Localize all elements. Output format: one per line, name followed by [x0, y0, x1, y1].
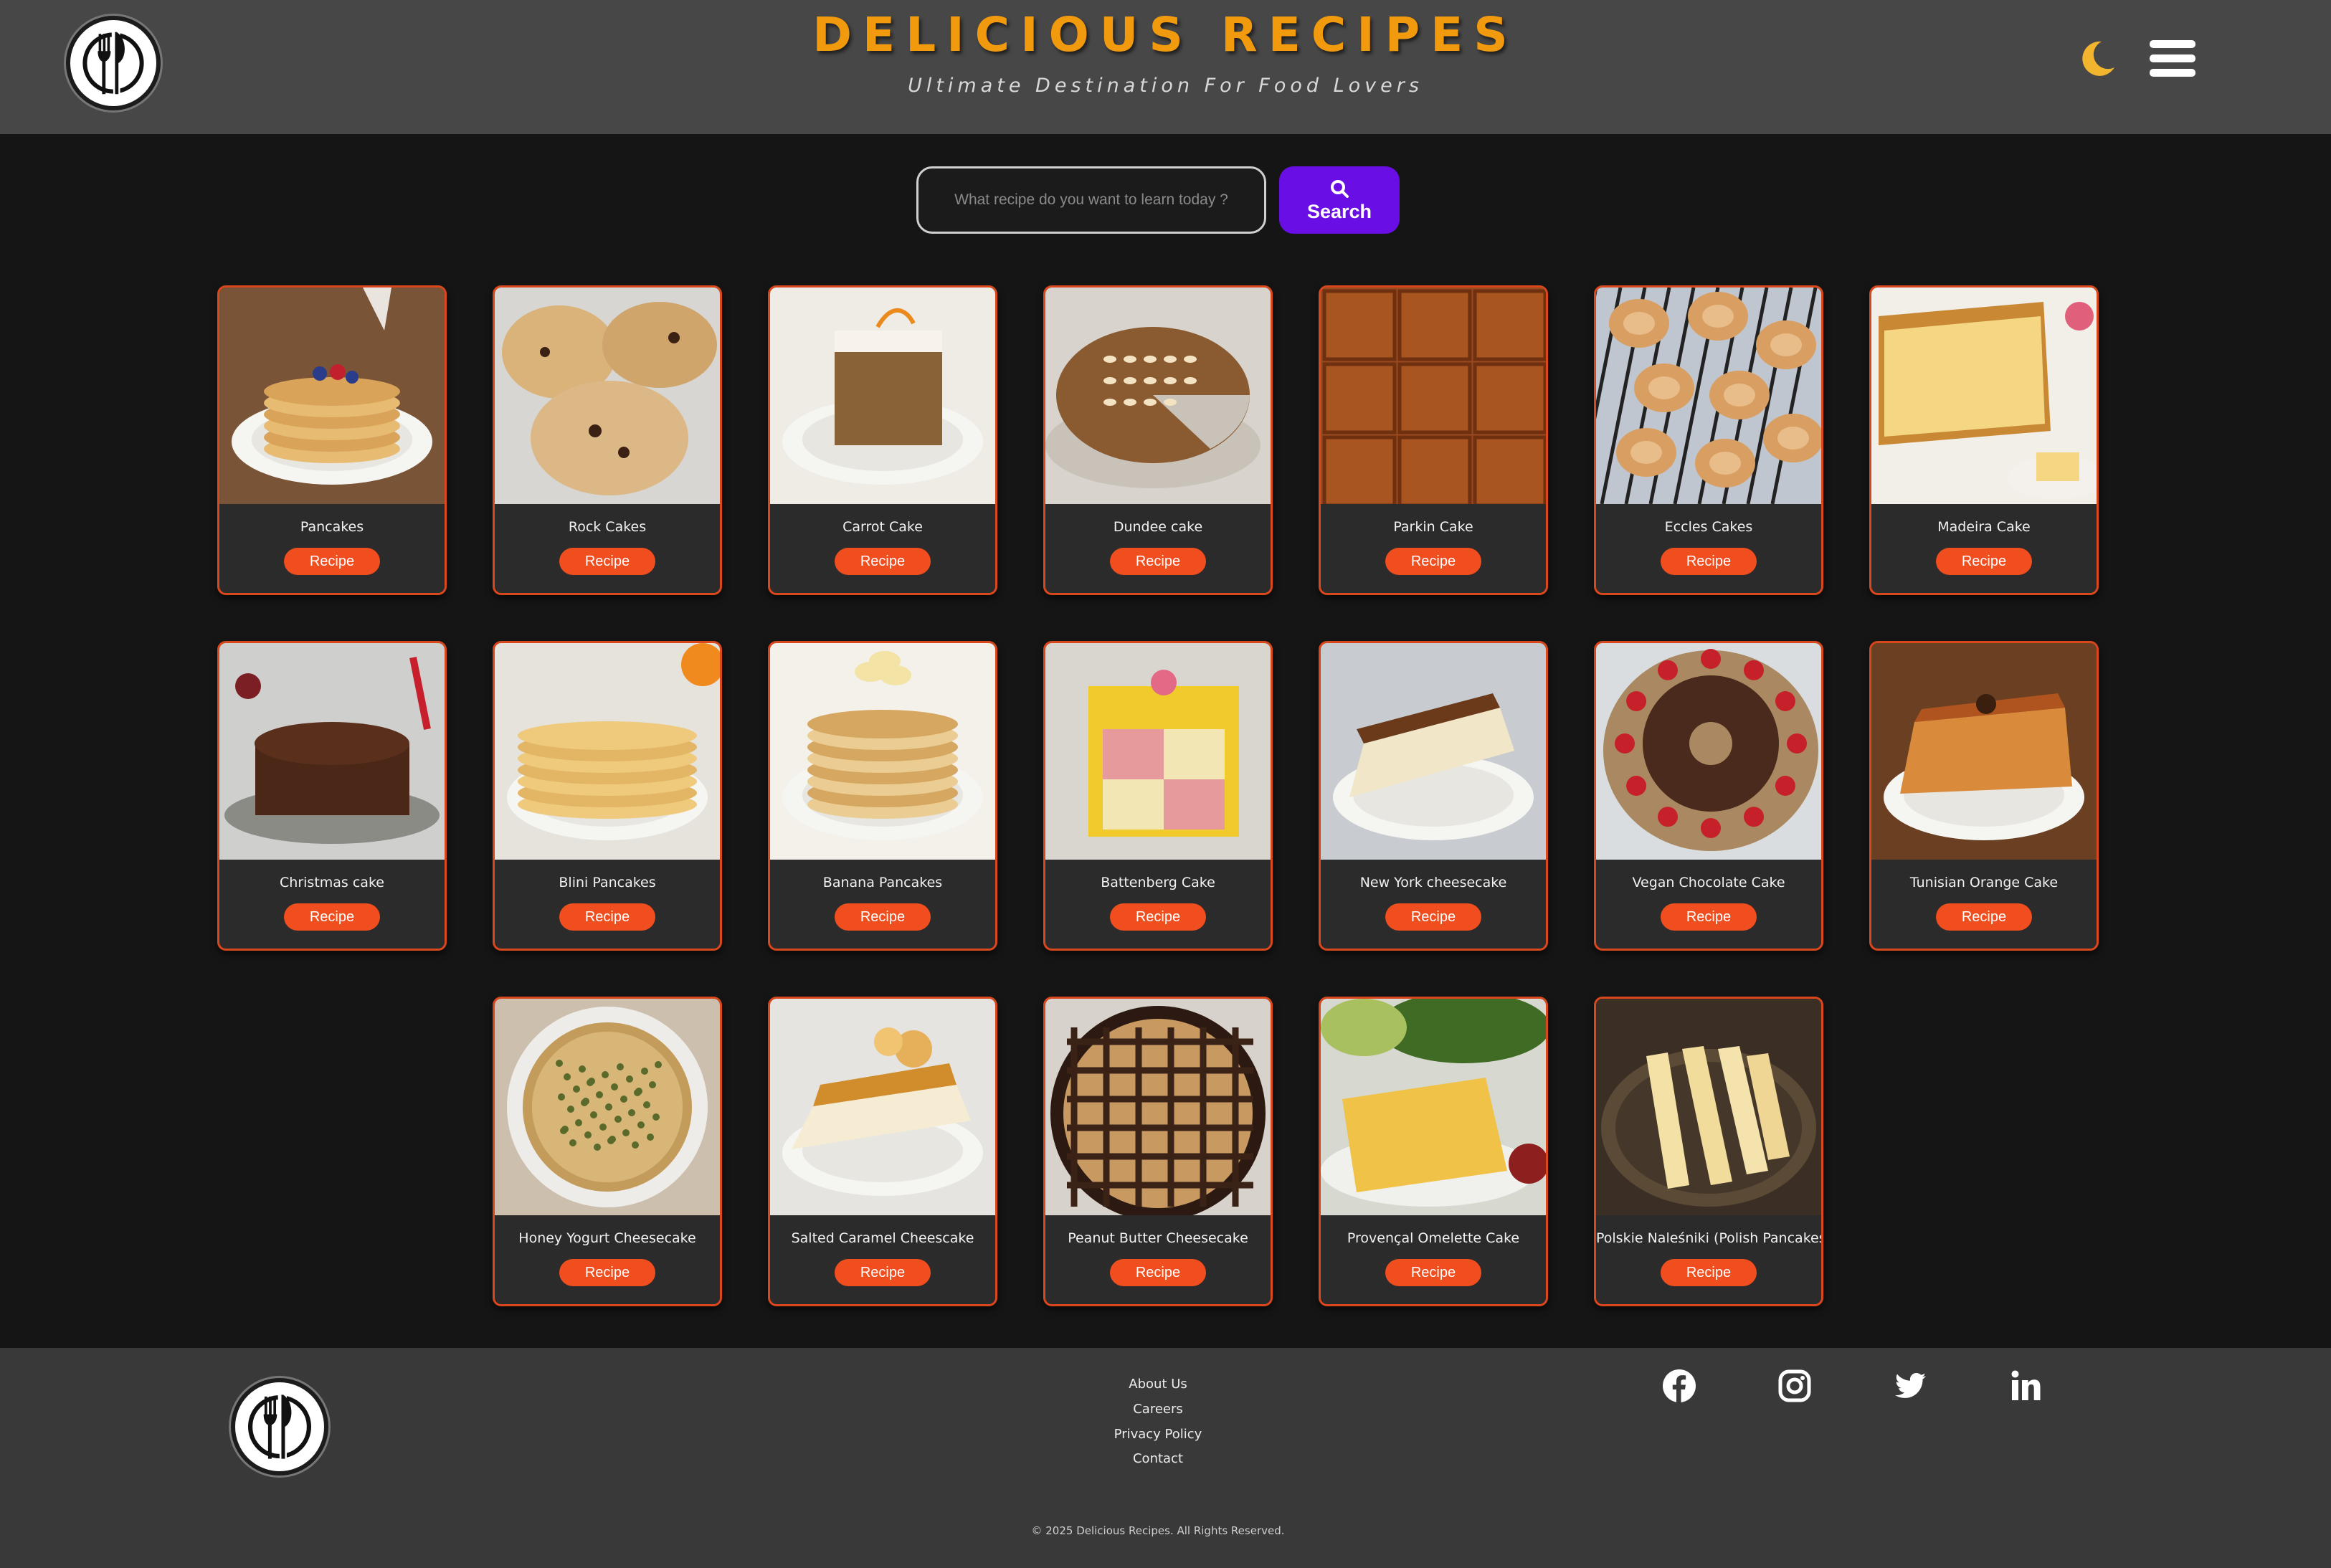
recipe-card-title: Carrot Cake: [842, 519, 923, 535]
blini-pancakes-photo[interactable]: [495, 643, 720, 860]
recipe-card-rock-cakes[interactable]: Rock Cakes Recipe: [493, 285, 722, 595]
honey-yogurt-cheesecake-photo[interactable]: [495, 999, 720, 1215]
recipe-button[interactable]: Recipe: [835, 548, 931, 575]
recipe-button[interactable]: Recipe: [1661, 1259, 1757, 1286]
recipe-button[interactable]: Recipe: [1110, 548, 1206, 575]
provencal-omelette-cake-photo[interactable]: [1321, 999, 1546, 1215]
carrot-cake-photo[interactable]: [770, 288, 995, 504]
tunisian-orange-cake-photo[interactable]: [1871, 643, 2097, 860]
recipe-card-title: Honey Yogurt Cheesecake: [518, 1230, 696, 1246]
recipe-card-title: Rock Cakes: [568, 519, 647, 535]
recipe-card-title: Pancakes: [300, 519, 364, 535]
recipe-card-provencal-omelette-cake[interactable]: Provençal Omelette Cake Recipe: [1319, 997, 1548, 1306]
instagram-icon[interactable]: [1777, 1368, 1813, 1404]
recipe-card-title: Blini Pancakes: [559, 875, 656, 890]
fork-knife-plate-logo-icon: [247, 1392, 312, 1461]
recipe-card-title: Provençal Omelette Cake: [1347, 1230, 1520, 1246]
recipe-card-tunisian-orange-cake[interactable]: Tunisian Orange Cake Recipe: [1869, 641, 2099, 951]
recipe-button[interactable]: Recipe: [1110, 1259, 1206, 1286]
recipe-button[interactable]: Recipe: [284, 903, 380, 931]
recipe-grid: Pancakes Recipe Rock Cakes Recipe Carrot Cak…: [0, 0, 2331, 1348]
recipe-button[interactable]: Recipe: [1110, 903, 1206, 931]
recipe-button[interactable]: Recipe: [835, 903, 931, 931]
footer-link-about-us[interactable]: About Us: [1050, 1377, 1266, 1392]
recipe-button[interactable]: Recipe: [1936, 548, 2032, 575]
recipe-card-salted-caramel-cheesecake[interactable]: Salted Caramel Cheescake Recipe: [768, 997, 997, 1306]
recipe-button[interactable]: Recipe: [835, 1259, 931, 1286]
recipe-card-title: Peanut Butter Cheesecake: [1068, 1230, 1248, 1246]
recipe-card-christmas-cake[interactable]: Christmas cake Recipe: [217, 641, 447, 951]
recipe-card-title: Battenberg Cake: [1101, 875, 1215, 890]
polish-pancakes-photo[interactable]: [1596, 999, 1821, 1215]
recipe-button[interactable]: Recipe: [1661, 903, 1757, 931]
recipe-button[interactable]: Recipe: [1385, 1259, 1481, 1286]
recipe-card-title: Salted Caramel Cheescake: [791, 1230, 974, 1246]
linkedin-icon[interactable]: [2008, 1368, 2043, 1404]
battenberg-cake-photo[interactable]: [1045, 643, 1271, 860]
banana-pancakes-photo[interactable]: [770, 643, 995, 860]
recipe-card-title: Eccles Cakes: [1664, 519, 1753, 535]
rock-cakes-photo[interactable]: [495, 288, 720, 504]
recipe-card-vegan-chocolate-cake[interactable]: Vegan Chocolate Cake Recipe: [1594, 641, 1823, 951]
footer-logo[interactable]: [231, 1378, 328, 1476]
recipe-card-pancakes[interactable]: Pancakes Recipe: [217, 285, 447, 595]
recipe-card-title: New York cheesecake: [1359, 875, 1507, 890]
recipe-card-peanut-butter-cheesecake[interactable]: Peanut Butter Cheesecake Recipe: [1043, 997, 1273, 1306]
recipe-card-polish-pancakes[interactable]: Polskie Naleśniki (Polish Pancakes) Recip…: [1594, 997, 1823, 1306]
recipe-button[interactable]: Recipe: [1385, 903, 1481, 931]
recipe-card-title: Banana Pancakes: [822, 875, 943, 890]
recipe-card-madeira-cake[interactable]: Madeira Cake Recipe: [1869, 285, 2099, 595]
recipe-card-battenberg-cake[interactable]: Battenberg Cake Recipe: [1043, 641, 1273, 951]
christmas-cake-photo[interactable]: [219, 643, 445, 860]
recipe-button[interactable]: Recipe: [559, 903, 655, 931]
recipe-card-title: Polskie Naleśniki (Polish Pancakes): [1596, 1230, 1823, 1246]
footer-link-contact[interactable]: Contact: [1050, 1451, 1266, 1466]
recipe-button[interactable]: Recipe: [1385, 548, 1481, 575]
recipe-card-carrot-cake[interactable]: Carrot Cake Recipe: [768, 285, 997, 595]
recipe-card-dundee-cake[interactable]: Dundee cake Recipe: [1043, 285, 1273, 595]
recipe-card-title: Dundee cake: [1113, 519, 1203, 535]
recipe-card-title: Madeira Cake: [1937, 519, 2031, 535]
recipe-card-banana-pancakes[interactable]: Banana Pancakes Recipe: [768, 641, 997, 951]
salted-caramel-cheesecake-photo[interactable]: [770, 999, 995, 1215]
recipe-card-title: Christmas cake: [280, 875, 384, 890]
vegan-chocolate-cake-photo[interactable]: [1596, 643, 1821, 860]
recipe-card-new-york-cheesecake[interactable]: New York cheesecake Recipe: [1319, 641, 1548, 951]
recipe-button[interactable]: Recipe: [1661, 548, 1757, 575]
recipe-card-honey-yogurt-cheesecake[interactable]: Honey Yogurt Cheesecake Recipe: [493, 997, 722, 1306]
new-york-cheesecake-photo[interactable]: [1321, 643, 1546, 860]
footer-link-privacy-policy[interactable]: Privacy Policy: [1050, 1427, 1266, 1442]
facebook-icon[interactable]: [1661, 1368, 1697, 1404]
recipe-button[interactable]: Recipe: [559, 548, 655, 575]
recipe-button[interactable]: Recipe: [559, 1259, 655, 1286]
recipe-card-title: Vegan Chocolate Cake: [1632, 875, 1785, 890]
peanut-butter-cheesecake-photo[interactable]: [1045, 999, 1271, 1215]
recipe-card-title: Tunisian Orange Cake: [1909, 875, 2059, 890]
pancakes-photo[interactable]: [219, 288, 445, 504]
dundee-cake-photo[interactable]: [1045, 288, 1271, 504]
recipe-card-parkin-cake[interactable]: Parkin Cake Recipe: [1319, 285, 1548, 595]
recipe-card-eccles-cakes[interactable]: Eccles Cakes Recipe: [1594, 285, 1823, 595]
twitter-icon[interactable]: [1892, 1368, 1928, 1404]
recipe-card-blini-pancakes[interactable]: Blini Pancakes Recipe: [493, 641, 722, 951]
recipe-button[interactable]: Recipe: [1936, 903, 2032, 931]
madeira-cake-photo[interactable]: [1871, 288, 2097, 504]
eccles-cakes-photo[interactable]: [1596, 288, 1821, 504]
parkin-cake-photo[interactable]: [1321, 288, 1546, 504]
recipe-card-title: Parkin Cake: [1393, 519, 1473, 535]
footer-link-careers[interactable]: Careers: [1050, 1402, 1266, 1417]
copyright-text: © 2025 Delicious Recipes. All Rights Res…: [1031, 1524, 1285, 1537]
recipe-button[interactable]: Recipe: [284, 548, 380, 575]
